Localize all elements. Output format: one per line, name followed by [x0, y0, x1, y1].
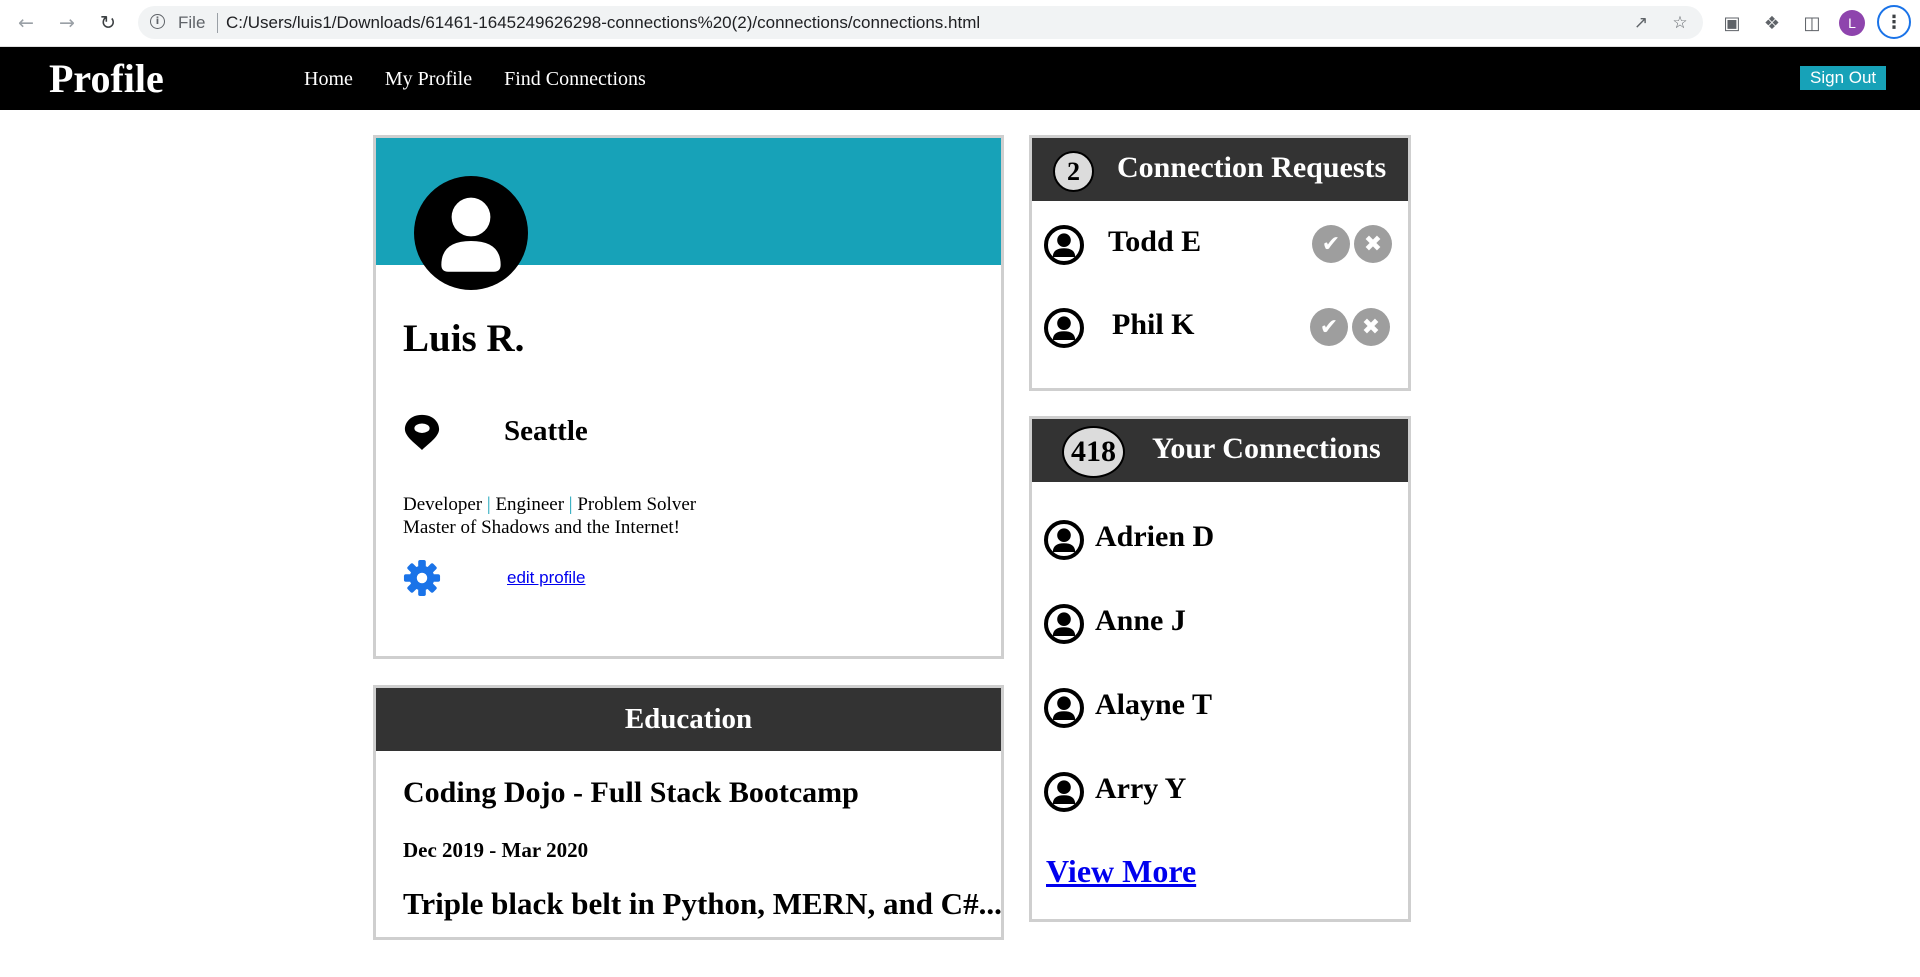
bio-role: Developer [403, 494, 483, 515]
user-circle-icon [1044, 688, 1084, 728]
nav-link-home[interactable]: Home [304, 68, 353, 91]
brand-title: Profile [49, 56, 164, 101]
nav-link-find-connections[interactable]: Find Connections [504, 68, 646, 91]
connection-requests-card: 2 Connection Requests Todd E ✔ ✖ Phil K … [1029, 135, 1411, 391]
edit-profile-link[interactable]: edit profile [507, 568, 585, 588]
education-dates: Dec 2019 - Mar 2020 [403, 838, 589, 862]
x-icon[interactable]: ✖ [1352, 308, 1390, 346]
connection-item[interactable]: Arry Y [1032, 769, 1408, 819]
connection-name: Arry Y [1095, 772, 1187, 805]
profile-name: Luis R. [403, 317, 525, 360]
requests-header: 2 Connection Requests [1032, 138, 1408, 201]
education-header: Education [376, 688, 1001, 751]
user-circle-icon [414, 176, 528, 290]
back-arrow-icon[interactable]: ← [12, 9, 40, 37]
check-icon[interactable]: ✔ [1310, 308, 1348, 346]
connection-item[interactable]: Adrien D [1032, 517, 1408, 567]
side-panel-icon[interactable]: ◫ [1800, 11, 1824, 35]
bio-divider: | [486, 494, 491, 515]
browser-profile-avatar[interactable]: L [1839, 10, 1865, 36]
user-circle-icon [1044, 604, 1084, 644]
bio-divider: | [568, 494, 573, 515]
connection-item[interactable]: Anne J [1032, 601, 1408, 651]
request-item: Todd E ✔ ✖ [1032, 221, 1408, 271]
connection-name: Adrien D [1095, 520, 1215, 553]
url-text[interactable]: C:/Users/luis1/Downloads/61461-164524962… [226, 13, 980, 33]
education-school: Coding Dojo - Full Stack Bootcamp [403, 776, 859, 809]
x-icon[interactable]: ✖ [1354, 225, 1392, 263]
request-item: Phil K ✔ ✖ [1032, 304, 1408, 354]
browser-toolbar: ← → ↻ i File C:/Users/luis1/Downloads/61… [0, 0, 1920, 47]
nav-link-my-profile[interactable]: My Profile [385, 68, 472, 91]
check-icon[interactable]: ✔ [1312, 225, 1350, 263]
bio-roles: Developer | Engineer | Problem Solver [403, 493, 696, 516]
sign-out-button[interactable]: Sign Out [1800, 66, 1887, 90]
request-name: Phil K [1112, 308, 1195, 341]
connections-header: 418 Your Connections [1032, 419, 1408, 482]
pocket-extension-icon[interactable]: ▣ [1720, 11, 1744, 35]
address-bar[interactable]: i File C:/Users/luis1/Downloads/61461-16… [138, 6, 1703, 39]
top-nav: Home My Profile Find Connections [304, 68, 646, 91]
address-separator [217, 13, 218, 33]
education-detail: Triple black belt in Python, MERN, and C… [403, 886, 1002, 921]
profile-bio: Developer | Engineer | Problem Solver Ma… [403, 493, 696, 539]
profile-city: Seattle [504, 415, 588, 447]
user-circle-icon [1044, 308, 1084, 348]
user-circle-icon [1044, 520, 1084, 560]
your-connections-card: 418 Your Connections Adrien D Anne J Ala… [1029, 416, 1411, 922]
requests-count-badge: 2 [1053, 151, 1094, 192]
gear-icon[interactable] [403, 559, 441, 597]
forward-arrow-icon[interactable]: → [53, 9, 81, 37]
bio-role: Problem Solver [577, 494, 697, 515]
connection-name: Anne J [1095, 604, 1186, 637]
profile-card: Luis R. Seattle Developer | Engineer | P… [373, 135, 1004, 659]
map-pin-icon [404, 414, 440, 451]
file-scheme-label: File [178, 13, 206, 32]
connections-count-badge: 418 [1062, 426, 1125, 478]
info-icon[interactable]: i [150, 14, 165, 29]
bio-role: Engineer [495, 494, 565, 515]
view-more-link[interactable]: View More [1046, 853, 1196, 890]
user-circle-icon [1044, 772, 1084, 812]
connection-item[interactable]: Alayne T [1032, 685, 1408, 735]
connections-title: Your Connections [1152, 432, 1381, 465]
connection-name: Alayne T [1095, 688, 1212, 721]
user-circle-icon [1044, 225, 1084, 265]
education-card: Education Coding Dojo - Full Stack Bootc… [373, 685, 1004, 940]
requests-title: Connection Requests [1117, 151, 1387, 184]
extensions-puzzle-icon[interactable]: ❖ [1760, 11, 1784, 35]
share-icon[interactable]: ↗ [1630, 12, 1652, 34]
reload-icon[interactable]: ↻ [94, 9, 122, 37]
site-header: Profile Home My Profile Find Connections… [0, 47, 1920, 110]
request-name: Todd E [1108, 225, 1202, 258]
bookmark-star-icon[interactable]: ☆ [1669, 12, 1691, 34]
browser-menu-icon[interactable]: ⋮ [1877, 5, 1911, 39]
bio-tagline: Master of Shadows and the Internet! [403, 517, 681, 538]
